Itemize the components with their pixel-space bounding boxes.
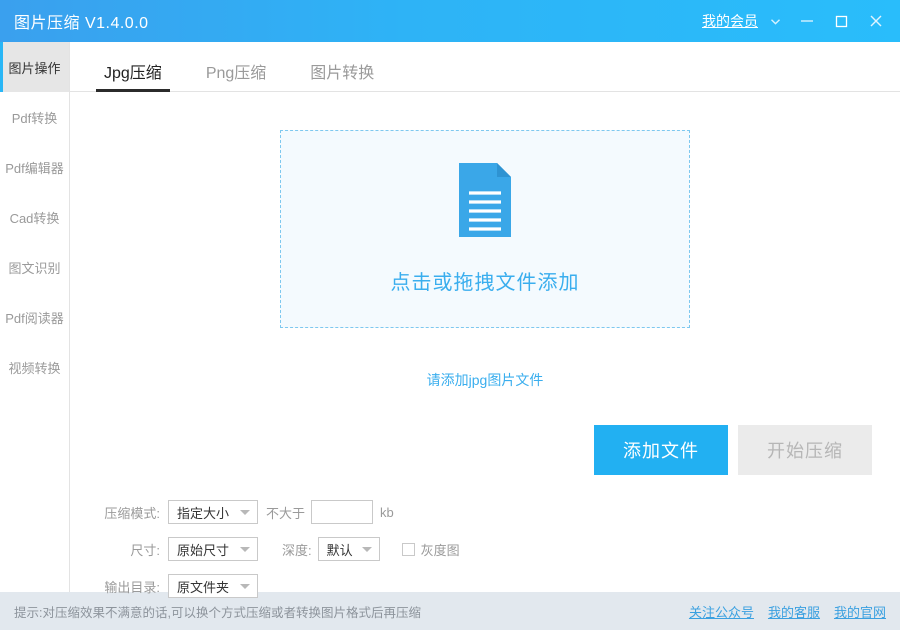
chevron-down-icon xyxy=(361,547,372,552)
settings-row-output: 输出目录: 原文件夹 xyxy=(88,571,900,601)
tab-jpg-compress[interactable]: Jpg压缩 xyxy=(82,59,184,92)
sidebar-item-pdf-reader[interactable]: Pdf阅读器 xyxy=(0,292,69,342)
tab-label: Png压缩 xyxy=(205,65,267,82)
dropzone-section: 点击或拖拽文件添加 请添加jpg图片文件 xyxy=(70,92,900,390)
tab-content: 点击或拖拽文件添加 请添加jpg图片文件 添加文件 开始压缩 压缩模式: 指定大… xyxy=(70,92,900,598)
compress-mode-label: 压缩模式: xyxy=(104,505,160,521)
document-file-icon xyxy=(459,163,511,242)
maximize-icon[interactable] xyxy=(824,0,858,42)
sidebar: 图片操作 Pdf转换 Pdf编辑器 Cad转换 图文识别 Pdf阅读器 视频转换 xyxy=(0,42,70,592)
sidebar-item-ocr[interactable]: 图文识别 xyxy=(0,242,69,292)
grayscale-checkbox[interactable]: 灰度图 xyxy=(401,540,460,559)
tab-bar: Jpg压缩 Png压缩 图片转换 xyxy=(70,42,900,92)
sidebar-item-label: Cad转换 xyxy=(9,210,60,226)
chevron-down-icon xyxy=(240,547,250,552)
sidebar-item-label: 图片操作 xyxy=(8,60,61,76)
minimize-icon[interactable] xyxy=(790,0,824,42)
depth-select[interactable]: 默认 xyxy=(317,537,380,561)
output-dir-label: 输出目录: xyxy=(104,579,160,595)
chevron-down-icon xyxy=(240,510,250,515)
output-dir-select[interactable]: 原文件夹 xyxy=(168,574,258,598)
app-title: 图片压缩 V1.4.0.0 xyxy=(14,15,149,32)
sidebar-item-pdf-convert[interactable]: Pdf转换 xyxy=(0,92,69,142)
size-label: 尺寸: xyxy=(130,542,160,558)
checkbox-box xyxy=(401,542,415,556)
sidebar-item-video-convert[interactable]: 视频转换 xyxy=(0,342,69,392)
settings-panel: 压缩模式: 指定大小 不大于 kb 尺寸: 原始尺寸 深度: 默认 灰度图 输出… xyxy=(70,475,900,608)
sidebar-item-cad-convert[interactable]: Cad转换 xyxy=(0,192,69,242)
app-window: 图片压缩 V1.4.0.0 我的会员 图片操作 Pdf转换 Pdf编辑器 Cad… xyxy=(0,0,900,630)
close-icon[interactable] xyxy=(858,0,900,42)
start-compress-button[interactable]: 开始压缩 xyxy=(738,425,872,475)
chevron-down-icon[interactable] xyxy=(760,0,790,42)
depth-value: 默认 xyxy=(326,542,353,558)
compress-mode-value: 指定大小 xyxy=(177,505,230,521)
add-file-hint: 请添加jpg图片文件 xyxy=(426,372,544,388)
sidebar-item-pdf-editor[interactable]: Pdf编辑器 xyxy=(0,142,69,192)
sidebar-item-image-ops[interactable]: 图片操作 xyxy=(0,42,69,92)
app-body: 图片操作 Pdf转换 Pdf编辑器 Cad转换 图文识别 Pdf阅读器 视频转换 xyxy=(0,42,900,598)
sidebar-item-label: Pdf编辑器 xyxy=(5,160,64,176)
depth-label: 深度: xyxy=(282,542,312,558)
dropzone-label: 点击或拖拽文件添加 xyxy=(390,272,580,294)
main-panel: Jpg压缩 Png压缩 图片转换 点击或拖拽文件添加 请添加jpg图片文件 添加… xyxy=(70,42,900,598)
window-controls: 我的会员 xyxy=(702,0,900,42)
add-file-button[interactable]: 添加文件 xyxy=(594,425,728,475)
grayscale-label: 灰度图 xyxy=(420,542,460,558)
settings-row-mode: 压缩模式: 指定大小 不大于 kb xyxy=(88,497,900,527)
sidebar-item-label: 视频转换 xyxy=(8,360,61,376)
output-dir-value: 原文件夹 xyxy=(177,579,230,595)
file-dropzone[interactable]: 点击或拖拽文件添加 xyxy=(280,130,690,328)
tab-label: Jpg压缩 xyxy=(104,65,162,82)
title-bar: 图片压缩 V1.4.0.0 我的会员 xyxy=(0,0,900,42)
size-select[interactable]: 原始尺寸 xyxy=(168,537,258,561)
sidebar-item-label: Pdf阅读器 xyxy=(5,310,64,326)
settings-row-size-depth: 尺寸: 原始尺寸 深度: 默认 灰度图 xyxy=(88,534,900,564)
max-size-input[interactable] xyxy=(311,500,374,524)
compress-mode-select[interactable]: 指定大小 xyxy=(168,500,258,524)
tab-label: 图片转换 xyxy=(310,65,375,82)
tab-png-compress[interactable]: Png压缩 xyxy=(184,59,288,91)
member-link[interactable]: 我的会员 xyxy=(702,11,760,31)
tab-image-convert[interactable]: 图片转换 xyxy=(288,59,396,91)
sidebar-item-label: 图文识别 xyxy=(8,260,61,276)
chevron-down-icon xyxy=(240,584,250,589)
sidebar-item-label: Pdf转换 xyxy=(11,110,58,126)
size-unit-label: kb xyxy=(380,504,394,520)
not-larger-than-label: 不大于 xyxy=(266,505,306,521)
action-buttons: 添加文件 开始压缩 xyxy=(70,412,900,475)
size-value: 原始尺寸 xyxy=(177,542,230,558)
